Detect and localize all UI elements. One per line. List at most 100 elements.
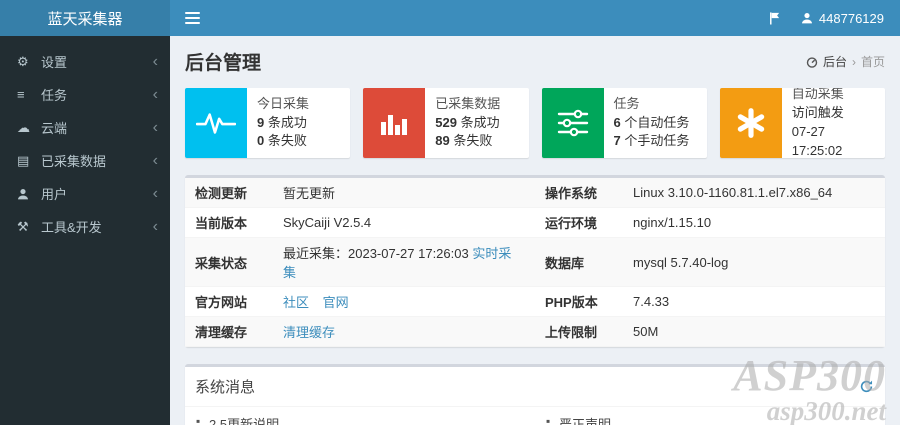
status-panel: 检测更新 暂无更新 操作系统 Linux 3.10.0-1160.81.1.el… xyxy=(185,175,885,347)
table-row: 采集状态 最近采集：2023-07-27 17:26:03 实时采集 数据库 m… xyxy=(185,237,885,287)
wrench-icon: ⚒ xyxy=(17,218,29,234)
content-header: 后台管理 后台 › 首页 xyxy=(185,48,885,75)
status-value: SkyCaiji V2.5.4 xyxy=(273,207,535,238)
info-box-row: 今日采集 9 条成功 0 条失败 已采集数据 529 条成功 89 条失败 任务… xyxy=(185,88,885,158)
info-box-line: 07-27 17:25:02 xyxy=(791,124,843,158)
table-row: 官方网站 社区 官网 PHP版本 7.4.33 xyxy=(185,286,885,317)
info-box-content: 今日采集 9 条成功 0 条失败 xyxy=(247,88,319,158)
refresh-button[interactable] xyxy=(858,378,875,395)
username: 448776129 xyxy=(818,10,884,26)
asterisk-icon xyxy=(719,88,782,158)
chevron-left-icon: ‹ xyxy=(152,217,158,235)
sidebar: ⚙ 设置 ‹ ≡ 任务 ‹ ☁ 云端 ‹ ▤ 已采集数据 ‹ 用户 ‹ ⚒ 工具… xyxy=(0,36,170,425)
status-value: mysql 5.7.40-log xyxy=(623,237,885,287)
dashboard-icon xyxy=(806,56,818,68)
community-link[interactable]: 社区 xyxy=(283,295,309,310)
page-title: 后台管理 xyxy=(185,53,262,74)
status-key: 当前版本 xyxy=(185,207,273,238)
info-box-title: 任务 xyxy=(613,95,640,111)
stat-number: 0 xyxy=(257,133,265,149)
status-key: 官方网站 xyxy=(185,286,273,317)
chevron-left-icon: ‹ xyxy=(152,118,158,136)
info-box-line: 89 条失败 xyxy=(435,132,500,151)
messages-panel: 系统消息 2.5更新说明 常见问题汇总 严正声明 入门使用手册 xyxy=(185,364,885,425)
clear-cache-link[interactable]: 清理缓存 xyxy=(283,325,335,340)
messages-column-left: 2.5更新说明 常见问题汇总 xyxy=(185,407,535,425)
navbar: 448776129 xyxy=(170,0,900,36)
status-key: 上传限制 xyxy=(535,316,623,347)
app-logo[interactable]: 蓝天采集器 xyxy=(0,0,170,36)
breadcrumb-current: 首页 xyxy=(860,55,885,69)
status-key: PHP版本 xyxy=(535,286,623,317)
sidebar-item-user[interactable]: 用户 ‹ xyxy=(0,177,170,210)
status-value: nginx/1.15.10 xyxy=(623,207,885,238)
sidebar-item-settings[interactable]: ⚙ 设置 ‹ xyxy=(0,45,170,78)
stat-label: 个手动任务 xyxy=(624,133,690,149)
official-site-link[interactable]: 官网 xyxy=(323,295,349,310)
user-icon xyxy=(801,12,813,24)
info-box-line: 访问触发 xyxy=(791,105,844,121)
app-title: 蓝天采集器 xyxy=(47,10,123,28)
info-box-content: 已采集数据 529 条成功 89 条失败 xyxy=(425,88,510,158)
sidebar-item-label: 设置 xyxy=(41,55,68,70)
info-box-tasks: 任务 6 个自动任务 7 个手动任务 xyxy=(541,88,707,158)
info-box-line: 7 个手动任务 xyxy=(614,132,690,151)
navbar-right: 448776129 xyxy=(768,11,900,26)
status-key: 数据库 xyxy=(535,237,623,287)
status-value: Linux 3.10.0-1160.81.1.el7.x86_64 xyxy=(623,178,885,208)
stat-label: 条失败 xyxy=(453,133,493,149)
info-box-auto-collect: 自动采集 访问触发 07-27 17:25:02 xyxy=(719,88,885,158)
stat-number: 89 xyxy=(435,133,450,149)
sidebar-item-cloud[interactable]: ☁ 云端 ‹ xyxy=(0,111,170,144)
status-key: 检测更新 xyxy=(185,178,273,208)
message-item[interactable]: 严正声明 xyxy=(535,407,885,425)
stat-number: 529 xyxy=(435,114,457,130)
stat-number: 6 xyxy=(613,114,621,130)
sidebar-item-label: 用户 xyxy=(41,187,68,202)
database-icon: ▤ xyxy=(17,152,30,168)
breadcrumb-home-link[interactable]: 后台 xyxy=(823,53,847,70)
info-box-line: 6 个自动任务 xyxy=(614,114,690,133)
info-box-title: 今日采集 xyxy=(257,95,310,111)
chevron-left-icon: ‹ xyxy=(152,184,158,202)
flag-icon[interactable] xyxy=(768,11,781,25)
sidebar-item-tasks[interactable]: ≡ 任务 ‹ xyxy=(0,78,170,111)
status-value-text: 最近采集：2023-07-27 17:26:03 xyxy=(283,246,469,261)
gear-icon: ⚙ xyxy=(17,53,29,69)
stat-number: 7 xyxy=(613,133,621,149)
sidebar-item-label: 工具&开发 xyxy=(41,220,102,235)
messages-list: 2.5更新说明 常见问题汇总 严正声明 入门使用手册 xyxy=(185,407,885,425)
breadcrumb: 后台 › 首页 xyxy=(806,53,885,70)
status-value: 最近采集：2023-07-27 17:26:03 实时采集 xyxy=(273,237,535,287)
info-box-today-collect: 今日采集 9 条成功 0 条失败 xyxy=(185,88,351,158)
tasks-icon: ≡ xyxy=(17,87,25,102)
info-box-collected-data: 已采集数据 529 条成功 89 条失败 xyxy=(363,88,529,158)
stat-label: 条成功 xyxy=(267,114,307,130)
stat-number: 9 xyxy=(257,114,265,130)
sidebar-item-collected-data[interactable]: ▤ 已采集数据 ‹ xyxy=(0,144,170,177)
status-value: 50M xyxy=(623,316,885,347)
sidebar-toggle-button[interactable] xyxy=(170,0,214,36)
chevron-left-icon: ‹ xyxy=(152,52,158,70)
messages-column-right: 严正声明 入门使用手册 xyxy=(535,407,885,425)
message-item[interactable]: 2.5更新说明 xyxy=(185,407,535,425)
status-key: 清理缓存 xyxy=(185,316,273,347)
sidebar-item-tools-dev[interactable]: ⚒ 工具&开发 ‹ xyxy=(0,210,170,243)
status-key: 运行环境 xyxy=(535,207,623,238)
chevron-left-icon: ‹ xyxy=(152,85,158,103)
stat-label: 条失败 xyxy=(267,133,307,149)
status-value: 7.4.33 xyxy=(623,286,885,317)
info-box-line: 9 条成功 xyxy=(257,114,309,133)
table-row: 清理缓存 清理缓存 上传限制 50M xyxy=(185,316,885,347)
sidebar-item-label: 任务 xyxy=(41,88,68,103)
info-box-line: 529 条成功 xyxy=(435,114,500,133)
info-box-line: 0 条失败 xyxy=(257,132,309,151)
sliders-icon xyxy=(541,88,604,158)
info-box-title: 自动采集 xyxy=(791,88,844,102)
info-box-content: 自动采集 访问触发 07-27 17:25:02 xyxy=(782,88,885,158)
user-menu[interactable]: 448776129 xyxy=(801,11,884,26)
sidebar-item-label: 云端 xyxy=(41,121,68,136)
status-value: 清理缓存 xyxy=(273,316,535,347)
status-value: 社区 官网 xyxy=(273,286,535,317)
topbar: 蓝天采集器 448776129 xyxy=(0,0,900,36)
